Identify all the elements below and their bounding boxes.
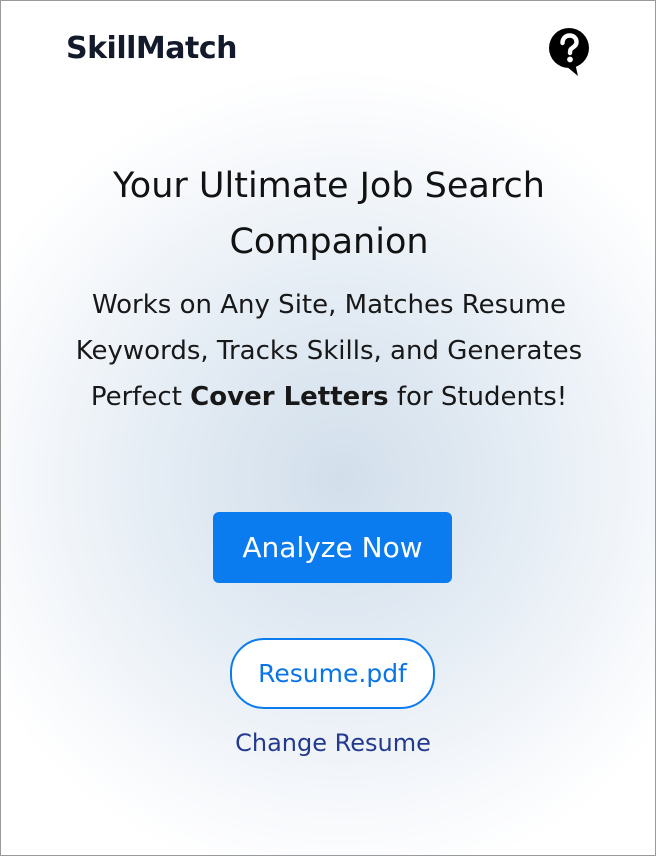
resume-file-pill[interactable]: Resume.pdf [230,638,435,709]
hero-description-end: for Students! [388,382,568,412]
brand-logo-text: SkillMatch [66,31,238,66]
help-button[interactable] [547,27,593,77]
question-bubble-icon [547,27,593,77]
change-resume-link[interactable]: Change Resume [201,729,465,757]
extension-popup: SkillMatch Your Ultimate Job Search Comp… [0,0,656,856]
hero-description-highlight: Cover Letters [190,382,389,412]
analyze-now-button[interactable]: Analyze Now [213,512,452,583]
hero-headline: Your Ultimate Job Search Companion [113,166,545,262]
hero-description: Works on Any Site, Matches Resume Keywor… [31,282,627,420]
